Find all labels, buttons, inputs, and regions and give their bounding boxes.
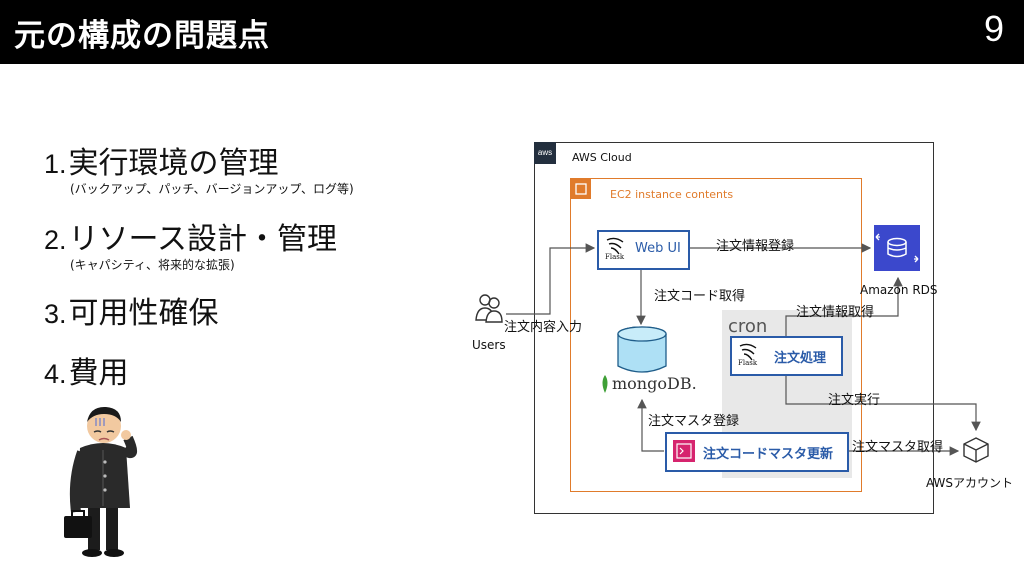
edge-label-order-register: 注文情報登録: [716, 239, 795, 254]
mongodb-label: mongoDB.: [612, 374, 697, 393]
users-icon: [475, 294, 503, 323]
code-master-update-node: 注文コードマスタ更新: [665, 432, 849, 472]
code-master-update-label: 注文コードマスタ更新: [703, 447, 834, 462]
edge-label-order-get: 注文情報取得: [796, 305, 875, 320]
terminal-icon: [673, 440, 695, 462]
users-label: Users: [472, 338, 506, 352]
order-processing-label: 注文処理: [774, 351, 827, 366]
amazon-rds-label: Amazon RDS: [860, 283, 938, 297]
aws-account-label: AWSアカウント: [926, 476, 1014, 490]
webui-framework: Flask: [605, 253, 625, 261]
order-processing-node: Flask 注文処理: [730, 336, 843, 376]
edge-label-code-get: 注文コード取得: [654, 289, 746, 304]
webui-label: Web UI: [635, 241, 681, 256]
users-input-label: 注文内容入力: [504, 320, 583, 335]
amazon-rds-icon: [874, 225, 920, 271]
webui-node: Flask Web UI: [597, 230, 690, 270]
order-processing-framework: Flask: [738, 359, 758, 367]
mongodb-leaf-icon: [602, 375, 608, 393]
database-cylinder-icon: [617, 326, 667, 373]
aws-account-icon: [963, 437, 989, 463]
edge-label-order-exec: 注文実行: [828, 393, 881, 408]
edge-label-master-get: 注文マスタ取得: [852, 440, 944, 455]
edge-label-master-register: 注文マスタ登録: [648, 414, 740, 429]
